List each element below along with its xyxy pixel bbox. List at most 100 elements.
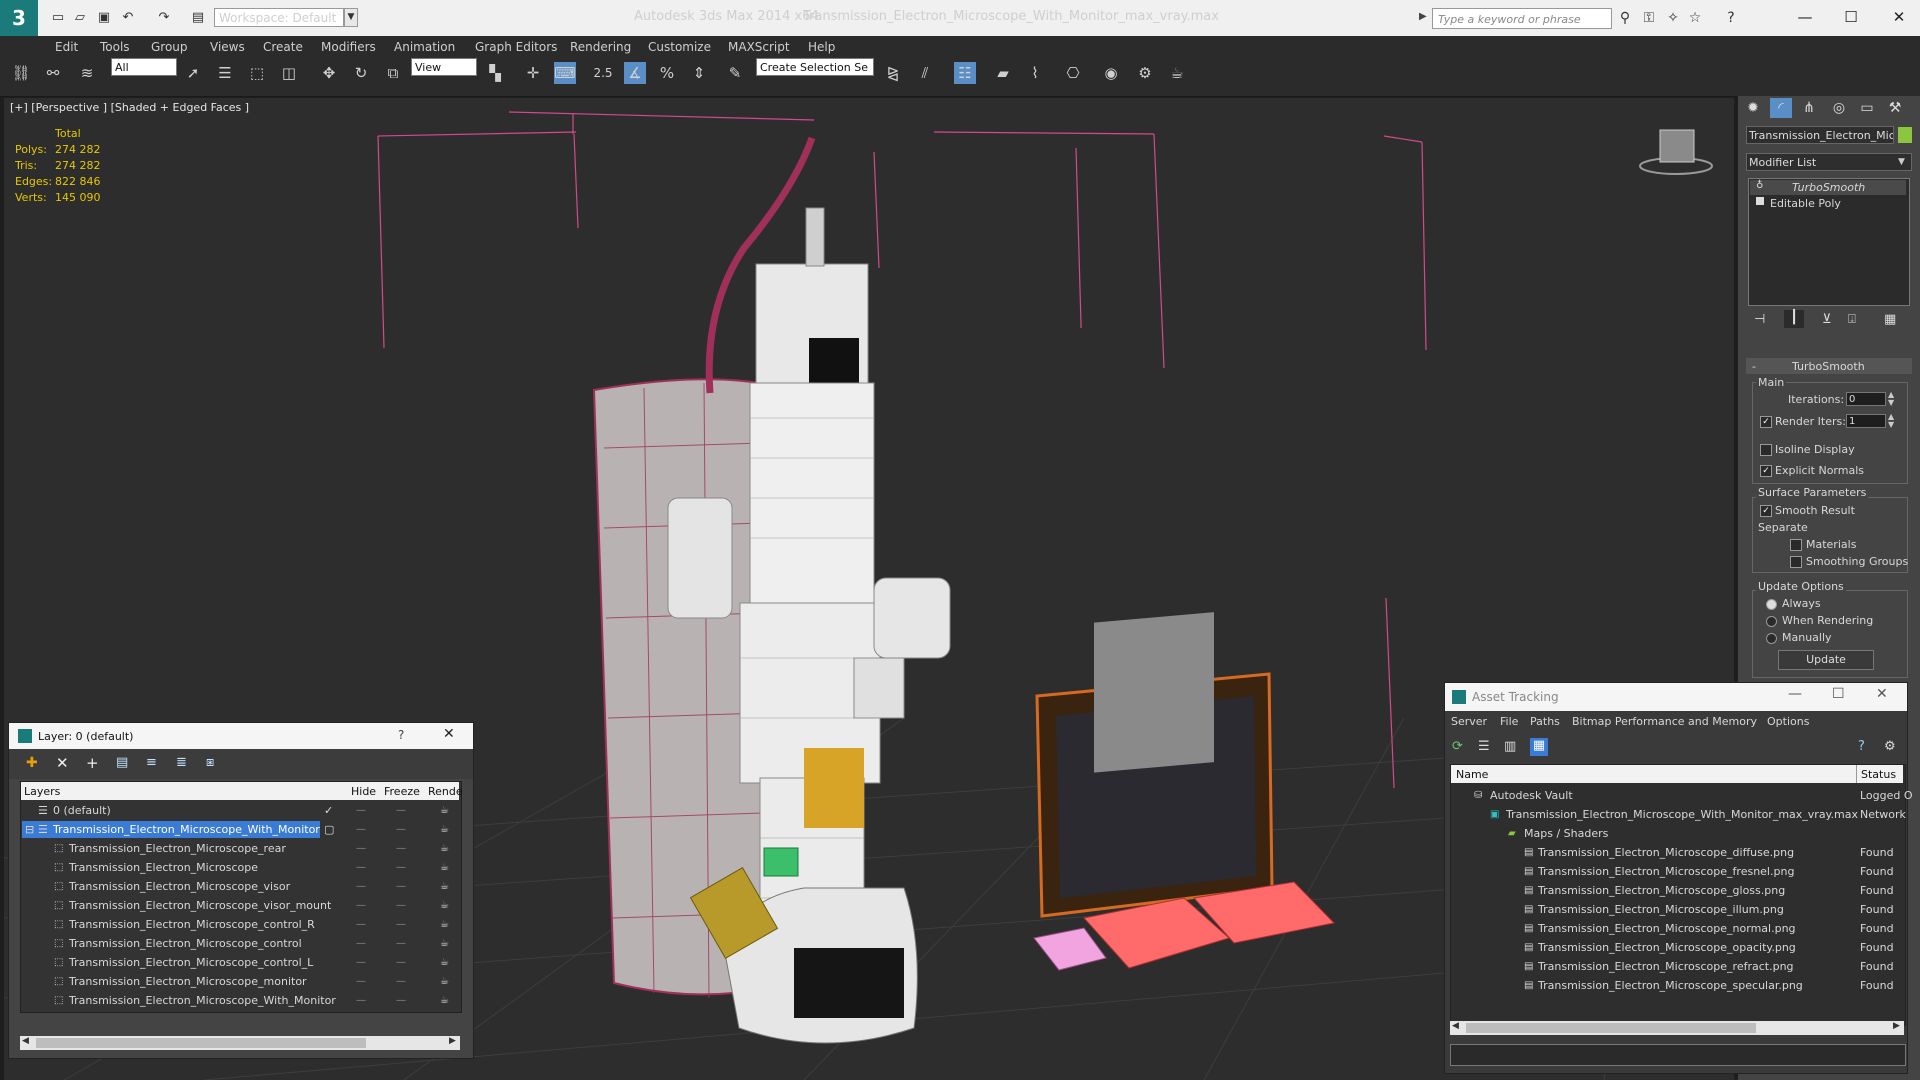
asset-row[interactable]: ▣ Transmission_Electron_Microscope_With_… <box>1452 805 1906 824</box>
hide-toggle[interactable]: — <box>356 915 366 934</box>
layer-row[interactable]: ⬚ Transmission_Electron_Microscope_With_… <box>22 991 458 1010</box>
stack-item-editable-poly[interactable]: Editable Poly <box>1770 197 1841 210</box>
freeze-toggle[interactable]: — <box>396 953 406 972</box>
hide-toggle[interactable]: — <box>356 896 366 915</box>
list-view-icon[interactable]: ☰ <box>1478 739 1490 754</box>
asset-settings-icon[interactable]: ⚙ <box>1884 739 1896 754</box>
asset-row[interactable]: ▤ Transmission_Electron_Microscope_fresn… <box>1452 862 1902 881</box>
project-folder-icon[interactable]: ▤ <box>190 10 206 26</box>
hide-toggle[interactable]: — <box>356 858 366 877</box>
render-teapot-icon[interactable]: ☕ <box>440 858 449 877</box>
freeze-all-layers-icon[interactable]: ⧆ <box>206 755 214 770</box>
bind-space-warp-icon[interactable]: ≋ <box>76 62 98 84</box>
freeze-column-header[interactable]: Freeze <box>384 785 420 798</box>
rotate-icon[interactable]: ↻ <box>350 62 372 84</box>
hide-toggle[interactable]: — <box>356 801 366 820</box>
mirror-icon[interactable]: ⧎ <box>882 62 904 84</box>
link-icon[interactable]: ⛓ <box>10 62 32 84</box>
hide-toggle[interactable]: — <box>356 953 366 972</box>
menu-views[interactable]: Views <box>210 40 245 54</box>
freeze-toggle[interactable]: — <box>396 820 406 839</box>
render-teapot-icon[interactable]: ☕ <box>440 839 449 858</box>
menu-edit[interactable]: Edit <box>55 40 78 54</box>
pin-stack-icon[interactable]: ⊣ <box>1754 312 1765 327</box>
reference-coordinate-dropdown[interactable]: View <box>411 58 477 76</box>
minimize-icon[interactable]: — <box>1790 6 1820 28</box>
material-editor-icon[interactable]: ◉ <box>1100 62 1122 84</box>
freeze-toggle[interactable]: — <box>396 934 406 953</box>
layer-row[interactable]: ⊟ ☰ Transmission_Electron_Microscope_Wit… <box>22 820 458 839</box>
menu-modifiers[interactable]: Modifiers <box>321 40 376 54</box>
remove-modifier-icon[interactable]: ⍗ <box>1848 312 1856 327</box>
snaps-toggle-icon[interactable]: 2.5 <box>592 62 614 84</box>
menu-customize[interactable]: Customize <box>648 40 711 54</box>
configure-sets-icon[interactable]: ▦ <box>1884 312 1896 327</box>
layer-row[interactable]: ⬚ Transmission_Electron_Microscope_contr… <box>22 934 458 953</box>
named-selection-dropdown[interactable]: Create Selection Se <box>756 58 874 76</box>
render-teapot-icon[interactable]: ☕ <box>440 991 449 1010</box>
asset-scroll-right-icon[interactable]: ▶ <box>1893 1021 1900 1031</box>
asset-row[interactable]: ▤ Transmission_Electron_Microscope_norma… <box>1452 919 1902 938</box>
hide-toggle[interactable]: — <box>356 934 366 953</box>
freeze-toggle[interactable]: — <box>396 896 406 915</box>
workspace-expand-icon[interactable]: ▼ <box>344 8 358 27</box>
menu-maxscript[interactable]: MAXScript <box>728 40 790 54</box>
create-tab-icon[interactable]: ✹ <box>1742 98 1764 118</box>
layer-row[interactable]: ☰ 0 (default) ✓ — — ☕ <box>22 801 458 820</box>
menu-help[interactable]: Help <box>808 40 835 54</box>
table-view-icon[interactable]: ▦ <box>1530 738 1548 756</box>
materials-checkbox[interactable] <box>1790 539 1802 551</box>
smooth-result-checkbox[interactable]: ✓ <box>1760 505 1772 517</box>
asset-maximize-icon[interactable]: ☐ <box>1832 686 1845 702</box>
search-input[interactable]: Type a keyword or phrase <box>1432 8 1612 29</box>
render-teapot-icon[interactable]: ☕ <box>440 896 449 915</box>
layer-scroll-thumb[interactable] <box>36 1038 366 1048</box>
object-name-input[interactable]: Transmission_Electron_Micros <box>1746 126 1894 144</box>
move-icon[interactable]: ✥ <box>318 62 340 84</box>
scroll-right-icon[interactable]: ▶ <box>449 1036 456 1046</box>
layer-row[interactable]: ⬚ Transmission_Electron_Microscope_contr… <box>22 953 458 972</box>
asset-help-icon[interactable]: ? <box>1858 739 1865 754</box>
explicit-normals-checkbox[interactable]: ✓ <box>1760 465 1772 477</box>
hide-toggle[interactable]: — <box>356 820 366 839</box>
layer-expand-icon[interactable]: ⊟ <box>25 820 34 839</box>
when-rendering-radio[interactable] <box>1766 616 1777 627</box>
unlink-icon[interactable]: ⚯ <box>42 62 64 84</box>
render-teapot-icon[interactable]: ☕ <box>440 972 449 991</box>
modifier-list-dropdown[interactable]: Modifier List <box>1746 153 1912 171</box>
layer-row[interactable]: ⬚ Transmission_Electron_Microscope — — ☕ <box>22 858 458 877</box>
iterations-spinner-icon[interactable]: ▲ ▼ <box>1888 391 1894 407</box>
layer-row[interactable]: ⬚ Transmission_Electron_Microscope_monit… <box>22 972 458 991</box>
layer-row[interactable]: ⬚ Transmission_Electron_Microscope_visor… <box>22 896 458 915</box>
selection-filter-dropdown[interactable]: All <box>111 58 177 76</box>
layer-row[interactable]: ⬚ Transmission_Electron_Microscope_rear … <box>22 839 458 858</box>
redo-icon[interactable]: ↷ <box>156 10 172 26</box>
layer-row[interactable]: ⬚ Transmission_Electron_Microscope_contr… <box>22 915 458 934</box>
menu-group[interactable]: Group <box>151 40 188 54</box>
freeze-toggle[interactable]: — <box>396 839 406 858</box>
add-to-layer-icon[interactable]: + <box>86 754 99 772</box>
object-color-swatch[interactable] <box>1898 127 1912 143</box>
render-teapot-icon[interactable]: ☕ <box>440 915 449 934</box>
freeze-toggle[interactable]: — <box>396 877 406 896</box>
thumbnail-view-icon[interactable]: ▥ <box>1504 739 1516 754</box>
utilities-tab-icon[interactable]: ⚒ <box>1884 98 1906 118</box>
layer-help-button[interactable]: ? <box>398 728 404 742</box>
rectangular-selection-icon[interactable]: ⬚ <box>246 62 268 84</box>
align-icon[interactable]: ⫽ <box>914 62 936 84</box>
asset-menu-server[interactable]: Server <box>1451 715 1487 728</box>
asset-row[interactable]: ▤ Transmission_Electron_Microscope_opaci… <box>1452 938 1902 957</box>
lightbulb-icon[interactable]: ♁ <box>1756 180 1763 191</box>
percent-snap-icon[interactable]: % <box>656 62 678 84</box>
asset-scroll-left-icon[interactable]: ◀ <box>1452 1021 1459 1031</box>
new-layer-icon[interactable]: ✚ <box>26 755 38 771</box>
asset-status-column-header[interactable]: Status <box>1861 768 1896 781</box>
pivot-center-icon[interactable]: ▚ <box>484 62 506 84</box>
layer-row[interactable]: ⬚ Transmission_Electron_Microscope_visor… <box>22 877 458 896</box>
isoline-checkbox[interactable] <box>1760 444 1772 456</box>
asset-minimize-icon[interactable]: — <box>1788 686 1802 702</box>
menu-rendering[interactable]: Rendering <box>570 40 631 54</box>
delete-layer-icon[interactable]: ✕ <box>56 754 69 772</box>
render-teapot-icon[interactable]: ☕ <box>440 877 449 896</box>
asset-menu-options[interactable]: Options <box>1767 715 1809 728</box>
